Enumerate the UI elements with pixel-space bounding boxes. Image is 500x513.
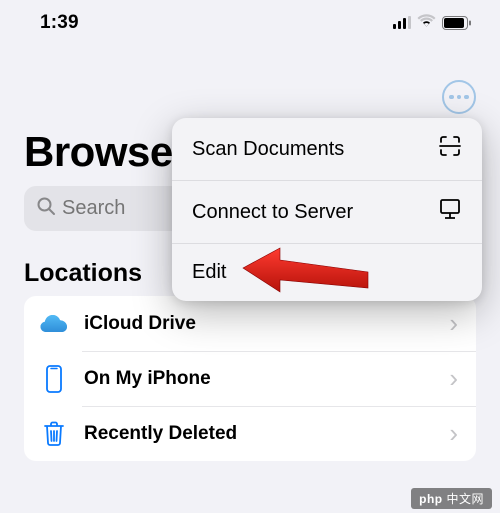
locations-list: iCloud Drive › On My iPhone › Recently D… xyxy=(24,296,476,461)
server-icon xyxy=(438,198,462,226)
context-menu: Scan Documents Connect to Server Edit xyxy=(172,118,482,301)
list-item-iphone[interactable]: On My iPhone › xyxy=(24,351,476,406)
chevron-right-icon: › xyxy=(449,418,462,449)
battery-icon xyxy=(442,16,472,30)
status-time: 1:39 xyxy=(40,12,79,34)
menu-item-label: Connect to Server xyxy=(192,201,353,224)
trash-icon xyxy=(38,421,70,447)
list-item-recently-deleted[interactable]: Recently Deleted › xyxy=(24,406,476,461)
cellular-signal-icon xyxy=(393,17,412,29)
menu-item-label: Scan Documents xyxy=(192,138,344,161)
iphone-icon xyxy=(38,365,70,393)
icloud-icon xyxy=(38,314,70,334)
chevron-right-icon: › xyxy=(449,363,462,394)
status-bar: 1:39 xyxy=(0,0,500,42)
scan-icon xyxy=(438,135,462,163)
watermark: php 中文网 xyxy=(411,488,492,509)
list-item-label: Recently Deleted xyxy=(84,423,435,445)
more-options-button[interactable] xyxy=(442,80,476,114)
wifi-icon xyxy=(417,14,436,33)
menu-item-edit[interactable]: Edit xyxy=(172,243,482,301)
search-icon xyxy=(36,196,56,221)
status-indicators xyxy=(393,14,473,33)
list-item-label: iCloud Drive xyxy=(84,313,435,335)
list-item-label: On My iPhone xyxy=(84,368,435,390)
menu-item-scan-documents[interactable]: Scan Documents xyxy=(172,118,482,180)
chevron-right-icon: › xyxy=(449,308,462,339)
list-item-icloud[interactable]: iCloud Drive › xyxy=(24,296,476,351)
menu-item-label: Edit xyxy=(192,261,226,284)
menu-item-connect-server[interactable]: Connect to Server xyxy=(172,180,482,243)
